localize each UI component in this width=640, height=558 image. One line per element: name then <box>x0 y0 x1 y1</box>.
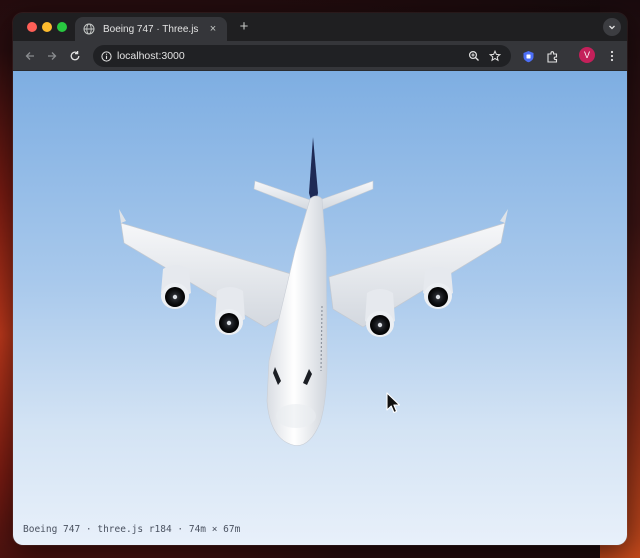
engine-inner-right <box>365 289 395 337</box>
star-icon[interactable] <box>486 47 504 65</box>
left-winglet <box>119 209 126 223</box>
engine-inner-left <box>215 287 245 335</box>
puzzle-icon[interactable] <box>543 47 561 65</box>
tab-close-icon[interactable]: × <box>207 23 219 35</box>
zoom-icon[interactable] <box>465 47 483 65</box>
back-arrow-icon[interactable] <box>21 47 39 65</box>
left-stabilizer <box>253 180 314 212</box>
forward-arrow-icon[interactable] <box>43 47 61 65</box>
avatar[interactable]: V <box>579 47 595 63</box>
right-wing <box>328 222 506 328</box>
globe-icon <box>83 23 95 35</box>
nose-shadow <box>276 404 316 428</box>
left-wing <box>120 222 302 328</box>
reload-icon[interactable] <box>66 47 84 65</box>
threejs-viewport[interactable]: Boeing 747 · three.js r184 · 74m × 67m <box>13 71 627 545</box>
tab-search-icon[interactable] <box>603 18 621 36</box>
extension-icon[interactable] <box>519 47 537 65</box>
right-stabilizer <box>316 180 374 212</box>
tab-active[interactable]: Boeing 747 · Three.js × <box>75 17 227 41</box>
close-window-button[interactable] <box>27 22 37 32</box>
engine-outer-right <box>423 267 453 309</box>
tab-strip: Boeing 747 · Three.js × + <box>13 13 627 41</box>
new-tab-button[interactable]: + <box>235 18 253 36</box>
right-winglet <box>500 209 508 223</box>
info-icon[interactable] <box>98 48 114 64</box>
minimize-window-button[interactable] <box>42 22 52 32</box>
airplane-model <box>119 137 508 446</box>
mouse-cursor-icon <box>386 392 401 414</box>
browser-window: Boeing 747 · Three.js × + localhost:3000… <box>13 13 627 545</box>
airplane-scene <box>119 137 508 446</box>
url-text: localhost:3000 <box>117 50 185 62</box>
maximize-window-button[interactable] <box>57 22 67 32</box>
address-bar[interactable]: localhost:3000 <box>93 45 511 67</box>
toolbar: localhost:3000 V <box>13 41 627 71</box>
menu-icon[interactable] <box>603 47 621 65</box>
engine-outer-left <box>161 265 191 309</box>
scene-info-label: Boeing 747 · three.js r184 · 74m × 67m <box>23 524 241 535</box>
tab-title: Boeing 747 · Three.js <box>103 23 199 35</box>
